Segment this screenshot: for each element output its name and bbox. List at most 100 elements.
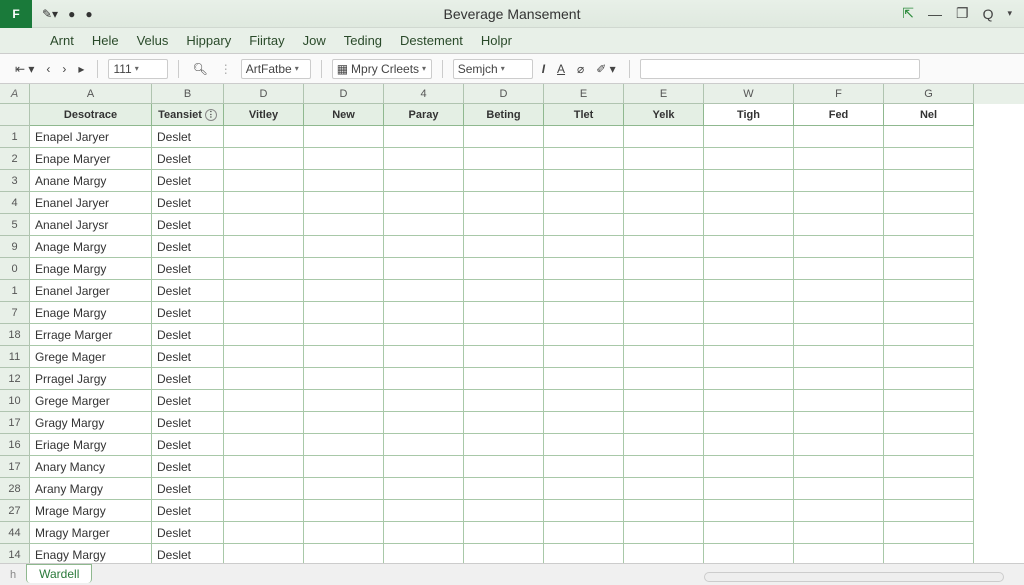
cell[interactable]: [704, 390, 794, 412]
cell[interactable]: [624, 412, 704, 434]
cell[interactable]: Deslet: [152, 346, 224, 368]
cell[interactable]: Deslet: [152, 544, 224, 563]
table-column-header[interactable]: Tlet: [544, 104, 624, 126]
restore-icon[interactable]: ❐: [956, 5, 969, 22]
search-icon[interactable]: Q: [983, 6, 994, 22]
cell[interactable]: [704, 544, 794, 563]
cell[interactable]: [544, 258, 624, 280]
cell[interactable]: [464, 434, 544, 456]
cell[interactable]: [794, 544, 884, 563]
cell[interactable]: [224, 192, 304, 214]
cell[interactable]: [304, 390, 384, 412]
cell[interactable]: Mragy Marger: [30, 522, 152, 544]
cell[interactable]: [304, 280, 384, 302]
cell[interactable]: [884, 456, 974, 478]
chevron-right-icon[interactable]: ›: [59, 60, 69, 78]
cell[interactable]: [544, 324, 624, 346]
cell[interactable]: [464, 280, 544, 302]
table-column-header[interactable]: Nel: [884, 104, 974, 126]
cell[interactable]: [464, 368, 544, 390]
column-header[interactable]: E: [624, 84, 704, 104]
cell[interactable]: Arany Margy: [30, 478, 152, 500]
cell[interactable]: [794, 456, 884, 478]
cell[interactable]: [224, 500, 304, 522]
cell[interactable]: [704, 522, 794, 544]
cell[interactable]: [544, 456, 624, 478]
cell[interactable]: [224, 236, 304, 258]
cell[interactable]: Deslet: [152, 324, 224, 346]
cell[interactable]: Deslet: [152, 522, 224, 544]
cell[interactable]: [544, 192, 624, 214]
cell[interactable]: [464, 148, 544, 170]
cell[interactable]: [624, 324, 704, 346]
cell[interactable]: [884, 148, 974, 170]
cell[interactable]: [794, 324, 884, 346]
cell[interactable]: [624, 280, 704, 302]
cell[interactable]: Deslet: [152, 500, 224, 522]
cell[interactable]: [794, 126, 884, 148]
cell[interactable]: [304, 126, 384, 148]
cell[interactable]: [384, 478, 464, 500]
cell[interactable]: [794, 346, 884, 368]
cell[interactable]: [884, 390, 974, 412]
cell[interactable]: [224, 346, 304, 368]
chevron-left-icon[interactable]: ‹: [43, 60, 53, 78]
cell[interactable]: [544, 412, 624, 434]
caret-icon[interactable]: ▾: [1007, 8, 1012, 19]
cell[interactable]: [794, 258, 884, 280]
cell[interactable]: [624, 500, 704, 522]
cell[interactable]: [464, 170, 544, 192]
cell[interactable]: [624, 258, 704, 280]
cell[interactable]: [384, 302, 464, 324]
cell[interactable]: Deslet: [152, 434, 224, 456]
cell[interactable]: [884, 478, 974, 500]
cell[interactable]: [884, 346, 974, 368]
filter-icon[interactable]: ⋮: [205, 109, 217, 121]
cell[interactable]: [884, 258, 974, 280]
cell[interactable]: Deslet: [152, 236, 224, 258]
cell[interactable]: [704, 368, 794, 390]
table-column-header[interactable]: Beting: [464, 104, 544, 126]
row-header[interactable]: 9: [0, 236, 30, 258]
row-header[interactable]: 17: [0, 456, 30, 478]
minimize-icon[interactable]: —: [928, 6, 942, 22]
cell[interactable]: Deslet: [152, 302, 224, 324]
cell[interactable]: [464, 302, 544, 324]
cell[interactable]: [224, 544, 304, 563]
menu-item[interactable]: Hele: [92, 33, 119, 48]
column-header[interactable]: B: [152, 84, 224, 104]
cell[interactable]: [384, 170, 464, 192]
cell[interactable]: [224, 456, 304, 478]
cell[interactable]: [304, 148, 384, 170]
cell[interactable]: [624, 368, 704, 390]
cell[interactable]: [384, 214, 464, 236]
cell[interactable]: [464, 522, 544, 544]
cell[interactable]: [794, 478, 884, 500]
cell[interactable]: [884, 500, 974, 522]
cell[interactable]: [304, 302, 384, 324]
cell[interactable]: [224, 412, 304, 434]
cell[interactable]: Deslet: [152, 170, 224, 192]
cell[interactable]: [544, 434, 624, 456]
cell[interactable]: [464, 478, 544, 500]
menu-item[interactable]: Teding: [344, 33, 382, 48]
cell[interactable]: [704, 236, 794, 258]
cell[interactable]: [384, 324, 464, 346]
cell[interactable]: [884, 368, 974, 390]
cell[interactable]: [224, 522, 304, 544]
cell[interactable]: [224, 390, 304, 412]
cell[interactable]: Gragy Margy: [30, 412, 152, 434]
cell[interactable]: [704, 412, 794, 434]
cell[interactable]: [224, 434, 304, 456]
share-icon[interactable]: ⇱: [902, 5, 914, 22]
cell[interactable]: [384, 434, 464, 456]
circle-icon[interactable]: ●: [85, 7, 92, 21]
italic-icon[interactable]: I: [539, 60, 548, 78]
cell[interactable]: [544, 390, 624, 412]
cell[interactable]: [464, 126, 544, 148]
column-header[interactable]: D: [464, 84, 544, 104]
cell[interactable]: [884, 544, 974, 563]
user-icon[interactable]: ●: [68, 7, 75, 21]
cell[interactable]: [794, 280, 884, 302]
brush-icon[interactable]: ✐ ▾: [593, 60, 618, 78]
